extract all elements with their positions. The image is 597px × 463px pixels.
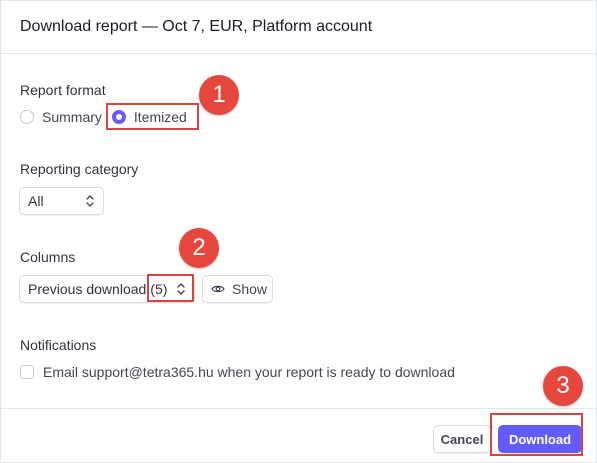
- dialog-header: Download report — Oct 7, EUR, Platform a…: [1, 1, 596, 54]
- email-notification-row[interactable]: Email support@tetra365.hu when your repo…: [20, 364, 455, 380]
- chevron-up-down-icon: [86, 195, 94, 207]
- chevron-up-down-icon: [177, 283, 185, 295]
- dialog-footer: Cancel Download: [1, 408, 596, 463]
- columns-select-value: Previous download: [28, 281, 147, 297]
- radio-itemized-label: Itemized: [133, 109, 187, 125]
- email-notification-checkbox[interactable]: [20, 365, 34, 379]
- radio-summary-circle[interactable]: [20, 110, 34, 124]
- columns-select[interactable]: Previous download (5): [19, 275, 195, 303]
- radio-itemized[interactable]: Itemized: [111, 109, 187, 125]
- show-columns-button[interactable]: Show: [202, 275, 273, 303]
- radio-summary[interactable]: Summary: [20, 109, 102, 125]
- annotation-badge-2: 2: [179, 228, 219, 268]
- report-format-radio-group: Summary Itemized: [20, 107, 187, 127]
- report-format-label: Report format: [20, 82, 106, 98]
- columns-count: (5): [150, 281, 168, 297]
- download-button[interactable]: Download: [498, 425, 582, 453]
- columns-label: Columns: [20, 249, 76, 265]
- notifications-label: Notifications: [20, 337, 97, 353]
- dialog-title: Download report — Oct 7, EUR, Platform a…: [20, 18, 373, 35]
- cancel-button[interactable]: Cancel: [433, 425, 491, 453]
- eye-icon: [211, 285, 225, 293]
- download-report-dialog: Download report — Oct 7, EUR, Platform a…: [0, 0, 597, 463]
- show-columns-label: Show: [232, 281, 268, 297]
- radio-summary-label: Summary: [42, 109, 102, 125]
- reporting-category-label: Reporting category: [20, 161, 139, 177]
- annotation-badge-3: 3: [543, 366, 583, 406]
- annotation-badge-1: 1: [199, 75, 239, 115]
- email-notification-text: Email support@tetra365.hu when your repo…: [43, 364, 455, 380]
- radio-itemized-circle[interactable]: [111, 110, 126, 124]
- reporting-category-select[interactable]: All: [19, 187, 104, 215]
- reporting-category-value: All: [28, 193, 44, 209]
